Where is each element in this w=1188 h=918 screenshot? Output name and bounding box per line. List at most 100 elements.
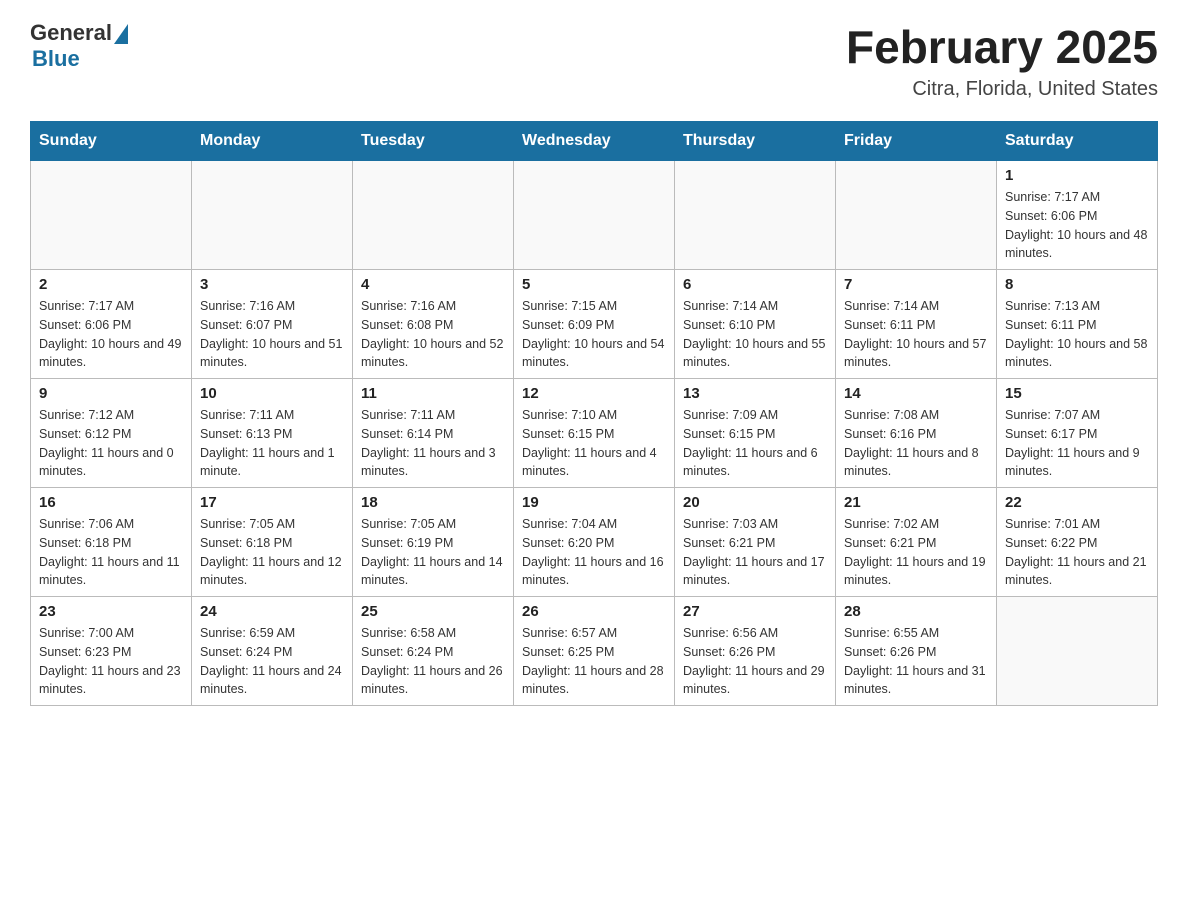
day-number: 20 (683, 494, 827, 511)
calendar-cell: 27 Sunrise: 6:56 AMSunset: 6:26 PMDayligh… (675, 597, 836, 706)
calendar-cell: 10 Sunrise: 7:11 AMSunset: 6:13 PMDayligh… (192, 379, 353, 488)
calendar-week-row: 16Sunrise: 7:06 AMSunset: 6:18 PMDayligh… (31, 488, 1158, 597)
day-sun-info: Sunrise: 7:08 AMSunset: 6:16 PMDaylight:… (844, 406, 988, 481)
calendar-cell: 3 Sunrise: 7:16 AMSunset: 6:07 PMDaylight… (192, 270, 353, 379)
calendar-cell (353, 161, 514, 270)
calendar-cell: 17 Sunrise: 7:05 AMSunset: 6:18 PMDayligh… (192, 488, 353, 597)
calendar-cell (836, 161, 997, 270)
day-number: 12 (522, 385, 666, 402)
calendar-cell: 8Sunrise: 7:13 AMSunset: 6:11 PMDaylight… (997, 270, 1158, 379)
day-sun-info: Sunrise: 7:11 AMSunset: 6:13 PMDaylight:… (200, 406, 344, 481)
day-sun-info: Sunrise: 7:17 AMSunset: 6:06 PMDaylight:… (1005, 188, 1149, 263)
day-number: 6 (683, 276, 827, 293)
calendar-cell: 23 Sunrise: 7:00 AMSunset: 6:23 PMDayligh… (31, 597, 192, 706)
day-sun-info: Sunrise: 7:13 AMSunset: 6:11 PMDaylight:… (1005, 297, 1149, 372)
calendar-cell (31, 161, 192, 270)
calendar-cell (997, 597, 1158, 706)
day-sun-info: Sunrise: 7:05 AMSunset: 6:18 PMDaylight:… (200, 515, 344, 590)
day-sun-info: Sunrise: 7:09 AMSunset: 6:15 PMDaylight:… (683, 406, 827, 481)
header-wednesday: Wednesday (514, 122, 675, 161)
day-sun-info: Sunrise: 7:17 AMSunset: 6:06 PMDaylight:… (39, 297, 183, 372)
calendar-cell: 16Sunrise: 7:06 AMSunset: 6:18 PMDayligh… (31, 488, 192, 597)
day-sun-info: Sunrise: 7:16 AMSunset: 6:07 PMDaylight:… (200, 297, 344, 372)
day-sun-info: Sunrise: 7:05 AMSunset: 6:19 PMDaylight:… (361, 515, 505, 590)
day-number: 26 (522, 603, 666, 620)
day-number: 4 (361, 276, 505, 293)
calendar-cell: 1 Sunrise: 7:17 AMSunset: 6:06 PMDaylight… (997, 161, 1158, 270)
calendar-cell (514, 161, 675, 270)
calendar-cell: 5 Sunrise: 7:15 AMSunset: 6:09 PMDaylight… (514, 270, 675, 379)
calendar-cell (192, 161, 353, 270)
day-number: 5 (522, 276, 666, 293)
day-number: 15 (1005, 385, 1149, 402)
calendar-cell: 6 Sunrise: 7:14 AMSunset: 6:10 PMDaylight… (675, 270, 836, 379)
day-sun-info: Sunrise: 7:00 AMSunset: 6:23 PMDaylight:… (39, 624, 183, 699)
day-number: 2 (39, 276, 183, 293)
header-saturday: Saturday (997, 122, 1158, 161)
calendar-title: February 2025 (846, 20, 1158, 74)
day-number: 10 (200, 385, 344, 402)
header-thursday: Thursday (675, 122, 836, 161)
day-number: 1 (1005, 167, 1149, 184)
day-sun-info: Sunrise: 6:59 AMSunset: 6:24 PMDaylight:… (200, 624, 344, 699)
calendar-week-row: 23 Sunrise: 7:00 AMSunset: 6:23 PMDayligh… (31, 597, 1158, 706)
calendar-header-row: Sunday Monday Tuesday Wednesday Thursday… (31, 122, 1158, 161)
day-number: 18 (361, 494, 505, 511)
day-sun-info: Sunrise: 7:14 AMSunset: 6:11 PMDaylight:… (844, 297, 988, 372)
calendar-cell: 14 Sunrise: 7:08 AMSunset: 6:16 PMDayligh… (836, 379, 997, 488)
calendar-week-row: 1 Sunrise: 7:17 AMSunset: 6:06 PMDaylight… (31, 161, 1158, 270)
day-number: 27 (683, 603, 827, 620)
calendar-cell (675, 161, 836, 270)
day-number: 17 (200, 494, 344, 511)
calendar-cell: 15 Sunrise: 7:07 AMSunset: 6:17 PMDayligh… (997, 379, 1158, 488)
logo-triangle-icon (114, 24, 128, 44)
day-sun-info: Sunrise: 7:07 AMSunset: 6:17 PMDaylight:… (1005, 406, 1149, 481)
calendar-week-row: 9 Sunrise: 7:12 AMSunset: 6:12 PMDaylight… (31, 379, 1158, 488)
calendar-cell: 26 Sunrise: 6:57 AMSunset: 6:25 PMDayligh… (514, 597, 675, 706)
day-number: 3 (200, 276, 344, 293)
calendar-cell: 18 Sunrise: 7:05 AMSunset: 6:19 PMDayligh… (353, 488, 514, 597)
day-sun-info: Sunrise: 7:12 AMSunset: 6:12 PMDaylight:… (39, 406, 183, 481)
day-number: 24 (200, 603, 344, 620)
day-sun-info: Sunrise: 6:57 AMSunset: 6:25 PMDaylight:… (522, 624, 666, 699)
day-sun-info: Sunrise: 7:11 AMSunset: 6:14 PMDaylight:… (361, 406, 505, 481)
day-number: 28 (844, 603, 988, 620)
calendar-cell: 20 Sunrise: 7:03 AMSunset: 6:21 PMDayligh… (675, 488, 836, 597)
day-number: 22 (1005, 494, 1149, 511)
calendar-cell: 4 Sunrise: 7:16 AMSunset: 6:08 PMDaylight… (353, 270, 514, 379)
day-sun-info: Sunrise: 6:58 AMSunset: 6:24 PMDaylight:… (361, 624, 505, 699)
page-header: General Blue February 2025 Citra, Florid… (30, 20, 1158, 101)
calendar-cell: 7 Sunrise: 7:14 AMSunset: 6:11 PMDaylight… (836, 270, 997, 379)
calendar-cell: 9 Sunrise: 7:12 AMSunset: 6:12 PMDaylight… (31, 379, 192, 488)
day-number: 13 (683, 385, 827, 402)
day-number: 23 (39, 603, 183, 620)
calendar-week-row: 2 Sunrise: 7:17 AMSunset: 6:06 PMDaylight… (31, 270, 1158, 379)
calendar-cell: 21 Sunrise: 7:02 AMSunset: 6:21 PMDayligh… (836, 488, 997, 597)
day-number: 7 (844, 276, 988, 293)
calendar-cell: 12 Sunrise: 7:10 AMSunset: 6:15 PMDayligh… (514, 379, 675, 488)
day-sun-info: Sunrise: 7:16 AMSunset: 6:08 PMDaylight:… (361, 297, 505, 372)
day-sun-info: Sunrise: 7:02 AMSunset: 6:21 PMDaylight:… (844, 515, 988, 590)
logo: General Blue (30, 20, 128, 72)
calendar-cell: 24 Sunrise: 6:59 AMSunset: 6:24 PMDayligh… (192, 597, 353, 706)
title-block: February 2025 Citra, Florida, United Sta… (846, 20, 1158, 101)
day-sun-info: Sunrise: 6:55 AMSunset: 6:26 PMDaylight:… (844, 624, 988, 699)
day-number: 14 (844, 385, 988, 402)
day-sun-info: Sunrise: 7:14 AMSunset: 6:10 PMDaylight:… (683, 297, 827, 372)
calendar-cell: 13 Sunrise: 7:09 AMSunset: 6:15 PMDayligh… (675, 379, 836, 488)
day-sun-info: Sunrise: 6:56 AMSunset: 6:26 PMDaylight:… (683, 624, 827, 699)
day-sun-info: Sunrise: 7:01 AMSunset: 6:22 PMDaylight:… (1005, 515, 1149, 590)
logo-general-text: General (30, 20, 112, 46)
day-sun-info: Sunrise: 7:03 AMSunset: 6:21 PMDaylight:… (683, 515, 827, 590)
day-number: 9 (39, 385, 183, 402)
day-sun-info: Sunrise: 7:15 AMSunset: 6:09 PMDaylight:… (522, 297, 666, 372)
day-sun-info: Sunrise: 7:04 AMSunset: 6:20 PMDaylight:… (522, 515, 666, 590)
logo-blue-text: Blue (32, 46, 80, 72)
day-sun-info: Sunrise: 7:10 AMSunset: 6:15 PMDaylight:… (522, 406, 666, 481)
day-number: 21 (844, 494, 988, 511)
day-sun-info: Sunrise: 7:06 AMSunset: 6:18 PMDaylight:… (39, 515, 183, 590)
calendar-cell: 19Sunrise: 7:04 AMSunset: 6:20 PMDayligh… (514, 488, 675, 597)
calendar-cell: 28 Sunrise: 6:55 AMSunset: 6:26 PMDayligh… (836, 597, 997, 706)
day-number: 25 (361, 603, 505, 620)
calendar-cell: 11Sunrise: 7:11 AMSunset: 6:14 PMDayligh… (353, 379, 514, 488)
